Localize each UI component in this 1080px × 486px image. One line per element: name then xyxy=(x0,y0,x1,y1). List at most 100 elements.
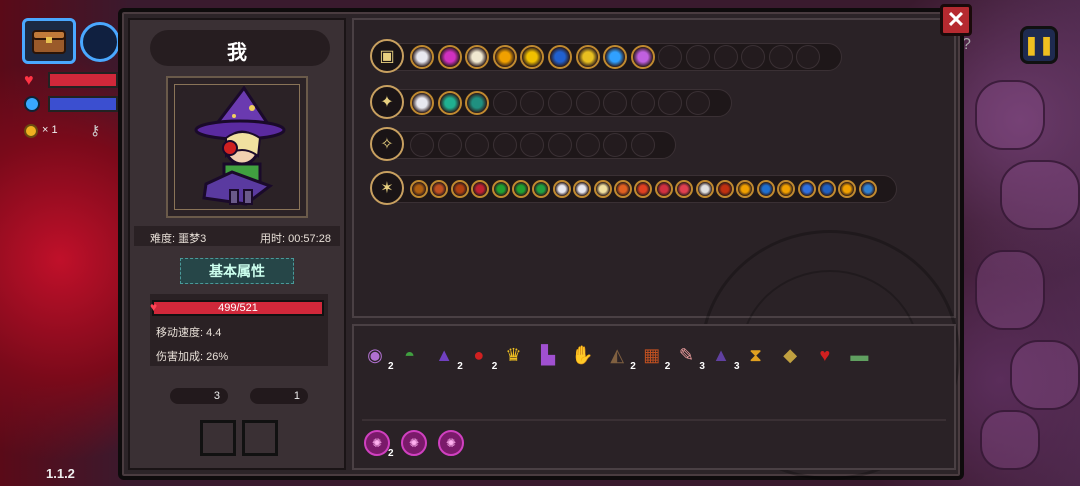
empty-mod-slot[interactable] xyxy=(686,45,710,69)
helmet-icon[interactable]: ◓ xyxy=(395,340,425,370)
mod-icon[interactable] xyxy=(654,180,673,198)
empty-mod-slot[interactable] xyxy=(575,91,600,115)
mod-icon[interactable] xyxy=(797,180,816,198)
mod-icon[interactable] xyxy=(603,45,628,69)
scepter-weapon-icon[interactable]: ✶ xyxy=(370,171,404,205)
emerald-amulet-icon[interactable]: ◆ xyxy=(775,340,805,370)
mod-icon[interactable] xyxy=(437,91,462,115)
empty-mod-slot[interactable] xyxy=(603,133,628,157)
item-count: 2 xyxy=(491,361,498,372)
mod-icon[interactable] xyxy=(630,45,655,69)
empty-mod-slot[interactable] xyxy=(741,45,766,69)
item-count: 3 xyxy=(734,361,740,372)
empty-mod-slot[interactable] xyxy=(686,91,710,115)
mod-icon[interactable] xyxy=(756,180,775,198)
character-portrait xyxy=(166,76,308,218)
mod-icon[interactable] xyxy=(716,180,734,198)
item-count: 2 xyxy=(664,361,671,372)
empty-mod-slot[interactable] xyxy=(548,91,572,115)
cloak-icon[interactable]: ◭ xyxy=(602,340,632,370)
empty-mod-slot[interactable] xyxy=(630,133,655,157)
hud-mana-bar xyxy=(48,96,118,112)
red-eye-icon[interactable]: ● xyxy=(464,340,494,370)
empty-mod-slot[interactable] xyxy=(575,133,600,157)
mod-icon[interactable] xyxy=(552,180,571,198)
empty-mod-slot[interactable] xyxy=(410,133,434,157)
player-name: 我 xyxy=(227,42,247,64)
staff-icon[interactable] xyxy=(80,22,120,62)
mod-icon[interactable] xyxy=(512,180,530,198)
hourglass-icon[interactable]: ⧗ xyxy=(741,340,771,370)
help-icon[interactable]: ? xyxy=(962,36,986,60)
mod-icon[interactable] xyxy=(491,180,510,198)
heart-icon: ♥ xyxy=(24,72,34,89)
hood-icon[interactable]: ◉ xyxy=(360,340,390,370)
key-icon: ⚷ xyxy=(90,122,101,138)
chest-icon[interactable] xyxy=(22,18,76,64)
mod-icon[interactable] xyxy=(410,45,434,69)
empty-mod-slot[interactable] xyxy=(768,45,793,69)
coin-count: 1 xyxy=(250,388,308,404)
belt-icon[interactable]: ▬ xyxy=(844,340,874,370)
equipment-slot[interactable] xyxy=(242,420,278,456)
empty-mod-slot[interactable] xyxy=(548,133,572,157)
mod-icon[interactable] xyxy=(614,180,632,198)
item-count: 3 xyxy=(699,361,705,372)
rune-icon[interactable]: ✺ xyxy=(438,430,464,456)
crown-icon[interactable]: ♛ xyxy=(498,340,528,370)
feather-icon[interactable]: ✎ xyxy=(671,340,701,370)
boot-icon[interactable]: ▙ xyxy=(533,340,563,370)
mod-icon[interactable] xyxy=(465,45,490,69)
empty-mod-slot[interactable] xyxy=(465,133,490,157)
empty-mod-slot[interactable] xyxy=(437,133,462,157)
rune-count: 2 xyxy=(388,448,394,459)
mod-icon[interactable] xyxy=(465,91,490,115)
hud-coin-count: × 1 xyxy=(42,124,58,136)
red-bird-icon[interactable]: ♥ xyxy=(810,340,840,370)
empty-mod-slot[interactable] xyxy=(492,91,517,115)
crate-icon[interactable]: ▦ xyxy=(637,340,667,370)
rune-icon[interactable]: ✺ xyxy=(401,430,427,456)
bg-cell xyxy=(975,80,1045,150)
claw-weapon-icon[interactable]: ✧ xyxy=(370,127,404,161)
inventory-divider xyxy=(362,419,946,421)
mod-icon[interactable] xyxy=(548,45,572,69)
move-speed-stat: 移动速度: 4.4 xyxy=(156,327,222,339)
mod-icon[interactable] xyxy=(858,180,877,198)
hud-health-bar xyxy=(48,72,118,88)
hp-bar: 499/521 xyxy=(152,300,324,316)
bg-cell xyxy=(975,250,1045,330)
mod-icon[interactable] xyxy=(695,180,714,198)
rune-icon[interactable]: ✺ xyxy=(364,430,390,456)
robe-icon[interactable]: ▲ xyxy=(706,340,736,370)
wizard-character-icon xyxy=(194,86,286,206)
empty-mod-slot[interactable] xyxy=(630,91,655,115)
mod-icon[interactable] xyxy=(593,180,612,198)
empty-mod-slot[interactable] xyxy=(713,45,738,69)
mod-icon[interactable] xyxy=(575,45,600,69)
tab-basic-attributes[interactable]: 基本属性 xyxy=(180,258,294,284)
close-button[interactable]: ✕ xyxy=(940,4,972,36)
equipment-slot[interactable] xyxy=(200,420,236,456)
bg-cell xyxy=(980,410,1040,470)
pause-button[interactable]: ❚❚ xyxy=(1020,26,1058,64)
item-count: 2 xyxy=(388,361,394,372)
empty-mod-slot[interactable] xyxy=(492,133,517,157)
mod-icon[interactable] xyxy=(410,91,434,115)
chest-weapon-icon[interactable]: ▣ xyxy=(370,39,404,73)
empty-mod-slot[interactable] xyxy=(603,91,628,115)
mana-orb-icon xyxy=(24,96,40,112)
version-label: 1.1.2 xyxy=(46,466,75,481)
mod-icon[interactable] xyxy=(410,180,428,198)
game-screen: ♥ × 1 ⚷ 1.1.2 ? ❚❚ 我 难度: 噩梦3 用时: 00:57:2… xyxy=(0,0,1080,486)
mod-icon[interactable] xyxy=(492,45,517,69)
difficulty-label: 难度: 噩梦3 xyxy=(150,233,207,245)
time-label: 用时: 00:57:28 xyxy=(260,233,331,245)
wizard-hat-icon[interactable]: ▲ xyxy=(429,340,459,370)
mod-icon[interactable] xyxy=(437,45,462,69)
staff-weapon-icon[interactable]: ✦ xyxy=(370,85,404,119)
claw-glove-icon[interactable]: ✋ xyxy=(568,340,598,370)
mod-icon[interactable] xyxy=(818,180,836,198)
item-count: 2 xyxy=(630,361,636,372)
mod-icon[interactable] xyxy=(450,180,469,198)
